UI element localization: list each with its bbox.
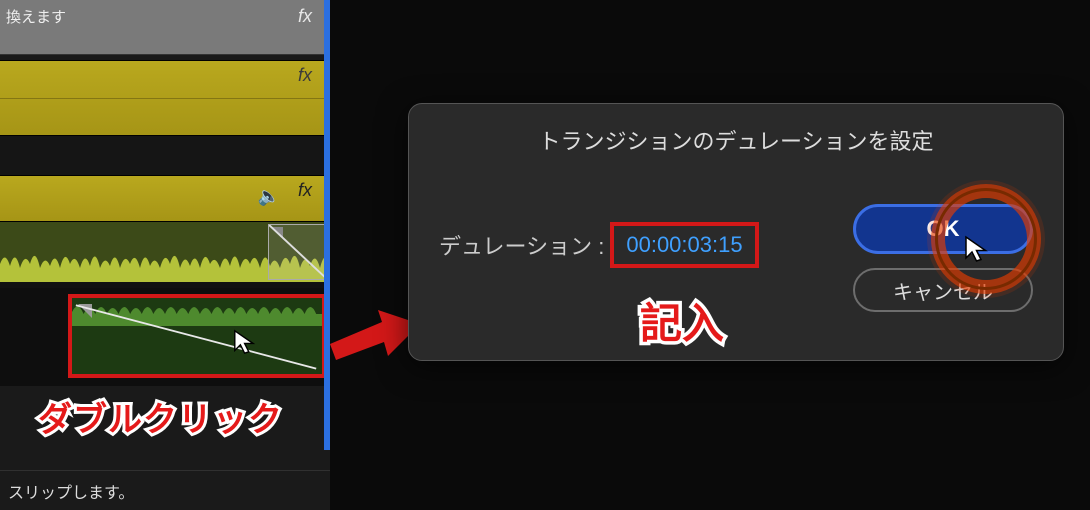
duration-label: デュレーション : bbox=[439, 229, 604, 261]
status-bar-hint: スリップします。 bbox=[0, 470, 330, 510]
video-track-3[interactable]: 🔈 fx bbox=[0, 176, 330, 222]
annotation-double-click: ダブルクリック bbox=[38, 392, 283, 441]
annotation-enter: 記入 bbox=[640, 290, 724, 351]
transition-clip-small[interactable] bbox=[268, 224, 328, 280]
audio-track-1[interactable] bbox=[0, 222, 330, 282]
speaker-icon: 🔈 bbox=[258, 186, 280, 207]
fx-icon[interactable]: fx bbox=[298, 6, 312, 27]
track-hint-text: 換えます bbox=[6, 6, 66, 27]
mouse-cursor-icon bbox=[232, 328, 260, 356]
mouse-cursor-icon bbox=[963, 234, 993, 264]
video-track-1[interactable]: 換えます fx bbox=[0, 0, 330, 55]
annotation-arrow-icon bbox=[330, 300, 420, 370]
fx-icon[interactable]: fx bbox=[298, 180, 312, 201]
duration-row: デュレーション : 00:00:03:15 bbox=[439, 222, 759, 268]
transition-clip-highlighted[interactable] bbox=[68, 294, 326, 378]
track-gap bbox=[0, 136, 330, 176]
duration-input[interactable]: 00:00:03:15 bbox=[610, 222, 758, 268]
set-transition-duration-dialog: トランジションのデュレーションを設定 デュレーション : 00:00:03:15… bbox=[408, 103, 1064, 361]
playhead[interactable] bbox=[324, 0, 330, 450]
transition-diagonal bbox=[72, 298, 322, 374]
video-track-2[interactable]: fx bbox=[0, 60, 330, 136]
fx-icon[interactable]: fx bbox=[298, 65, 312, 86]
audio-track-2-row bbox=[0, 288, 330, 386]
dialog-title: トランジションのデュレーションを設定 bbox=[409, 104, 1063, 166]
